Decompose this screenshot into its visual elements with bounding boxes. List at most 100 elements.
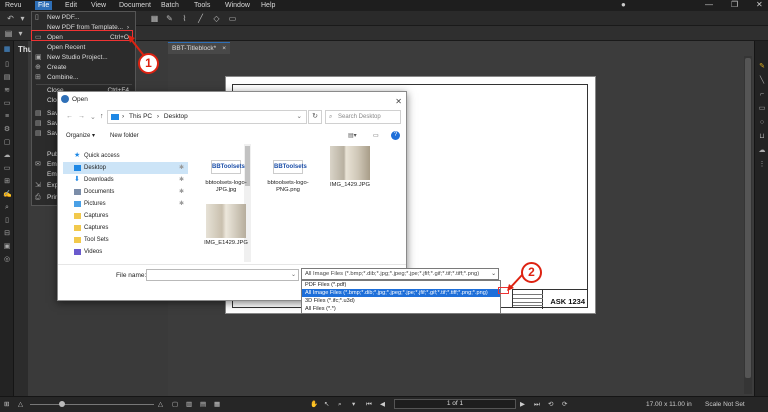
file-type-select[interactable]: All Image Files (*.bmp;*.dib;*.jpg;*.jpe… <box>301 268 499 280</box>
pen-icon[interactable]: ✎ <box>165 14 174 23</box>
zoom-icon[interactable]: ⌕ <box>338 400 342 410</box>
first-page-icon[interactable]: ⏮ <box>366 400 372 410</box>
prev-page-icon[interactable]: ◀ <box>380 400 385 410</box>
text-tool-icon[interactable]: ▭ <box>228 14 237 23</box>
nav-item-captures[interactable]: Captures <box>63 210 188 222</box>
preview-pane-icon[interactable]: ▭ <box>373 130 379 142</box>
layers-icon[interactable]: ≋ <box>3 87 11 95</box>
rectangle-icon[interactable]: ▭ <box>758 105 766 113</box>
nav-item-downloads[interactable]: ⬇ Downloads ✱ <box>63 174 188 186</box>
pan-icon[interactable]: ✋ <box>310 400 318 410</box>
single-page-icon[interactable]: ▢ <box>172 400 178 410</box>
stamp-icon[interactable]: ⊔ <box>758 133 766 141</box>
close-window-button[interactable]: ✕ <box>756 0 763 10</box>
breadcrumb-desktop[interactable]: Desktop <box>164 113 188 120</box>
grid-toggle-icon[interactable]: ⊞ <box>4 400 9 410</box>
chevron-down-icon[interactable]: ▾ <box>16 29 25 38</box>
links-icon[interactable]: ▭ <box>3 165 11 173</box>
menu-tools[interactable]: Tools <box>191 1 213 10</box>
dialog-close-button[interactable]: ✕ <box>395 94 402 109</box>
menu-view[interactable]: View <box>88 1 109 10</box>
shape-icon[interactable]: ◇ <box>212 14 221 23</box>
restore-button[interactable]: ❐ <box>731 0 738 10</box>
file-item[interactable]: IMG_E1429.JPG <box>200 204 252 247</box>
studio-icon[interactable]: ☁ <box>3 152 11 160</box>
nav-item-quick-access[interactable]: ★ Quick access <box>63 150 188 162</box>
new-folder-button[interactable]: New folder <box>110 130 139 142</box>
address-bar[interactable]: › This PC › Desktop ⌄ <box>107 110 307 124</box>
settings-icon[interactable]: ⚙ <box>3 126 11 134</box>
file-item[interactable]: BBToolsets bbtoolsets-logo-PNG.png <box>262 146 314 194</box>
files-icon[interactable]: ▯ <box>3 217 11 225</box>
snap-icon[interactable]: △ <box>18 400 23 410</box>
menu-document[interactable]: Document <box>116 1 154 10</box>
nav-item-videos[interactable]: Videos <box>63 246 188 258</box>
menu-edit[interactable]: Edit <box>62 1 80 10</box>
nav-item-tool-sets[interactable]: Tool Sets <box>63 234 188 246</box>
split-icon[interactable]: ▦ <box>214 400 220 410</box>
warning-icon[interactable]: △ <box>158 400 163 410</box>
batch-icon[interactable]: ▣ <box>3 243 11 251</box>
continuous-icon[interactable]: ▥ <box>186 400 192 410</box>
select-icon[interactable]: ↖ <box>324 400 329 410</box>
grid-icon[interactable]: ▦ <box>150 14 159 23</box>
layout-icon[interactable]: ▤ <box>4 29 13 38</box>
nav-item-documents[interactable]: Documents ✱ <box>63 186 188 198</box>
line-icon[interactable]: ╲ <box>758 77 766 85</box>
file-item[interactable]: BBToolsets bbtoolsets-logo-JPG.jpg <box>200 146 252 194</box>
tool-chest-icon[interactable]: ▭ <box>3 100 11 108</box>
file-name-input[interactable]: ⌄ <box>146 269 299 281</box>
breadcrumb-this-pc[interactable]: This PC <box>129 113 152 120</box>
file-type-option-pdf[interactable]: PDF Files (*.pdf) <box>302 281 500 289</box>
line-icon[interactable]: ╱ <box>196 14 205 23</box>
nav-item-pictures[interactable]: Pictures ✱ <box>63 198 188 210</box>
zoom-slider-track[interactable] <box>30 404 154 405</box>
menu-window[interactable]: Window <box>222 1 253 10</box>
markups-icon[interactable]: ▢ <box>3 139 11 147</box>
organize-button[interactable]: Organize ▾ <box>66 130 95 142</box>
file-type-option-3d[interactable]: 3D Files (*.ifc;*.u3d) <box>302 297 500 305</box>
menu-item-combine[interactable]: ⊞ Combine... <box>32 72 135 83</box>
thumbnails-icon[interactable]: ▦ <box>3 46 11 54</box>
search-panel-icon[interactable]: ⌕ <box>3 204 11 212</box>
polyline-icon[interactable]: ⌐ <box>758 91 766 99</box>
chevron-down-icon[interactable]: ⌄ <box>291 271 296 278</box>
forward-view-icon[interactable]: ⟳ <box>562 400 567 410</box>
view-options-icon[interactable]: ▤▾ <box>348 130 357 142</box>
nav-item-captures-2[interactable]: Captures <box>63 222 188 234</box>
forward-button[interactable]: → <box>78 113 85 120</box>
next-page-icon[interactable]: ▶ <box>520 400 525 410</box>
menu-help[interactable]: Help <box>258 1 278 10</box>
sets-icon[interactable]: ⊟ <box>3 230 11 238</box>
page-number-input[interactable]: 1 of 1 <box>394 399 516 409</box>
help-icon[interactable]: ? <box>391 131 400 140</box>
menu-revu[interactable]: Revu <box>2 1 24 10</box>
recent-locations-button[interactable]: ⌄ <box>90 113 96 121</box>
back-view-icon[interactable]: ⟲ <box>548 400 553 410</box>
chevron-down-icon[interactable]: ⌄ <box>491 269 496 279</box>
chevron-down-icon[interactable]: ⌄ <box>297 111 302 123</box>
ellipse-icon[interactable]: ○ <box>758 119 766 127</box>
scale-status[interactable]: Scale Not Set <box>705 400 745 410</box>
up-button[interactable]: ↑ <box>100 113 104 120</box>
highlighter-icon[interactable]: ⌇ <box>180 14 189 23</box>
file-type-option-all[interactable]: All Files (*.*) <box>302 305 500 313</box>
search-input[interactable]: ⌕ Search Desktop <box>325 110 401 124</box>
measure-icon[interactable]: ⊞ <box>3 178 11 186</box>
zoom-dropdown-icon[interactable]: ▾ <box>352 400 355 410</box>
signatures-icon[interactable]: ✍ <box>3 191 12 199</box>
back-button[interactable]: ← <box>66 113 73 120</box>
dropdown-icon[interactable]: ▾ <box>18 14 27 23</box>
last-page-icon[interactable]: ⏭ <box>534 400 540 410</box>
tab-document[interactable]: BBT-Titleblock* × <box>168 42 230 54</box>
minimize-button[interactable]: — <box>705 0 713 10</box>
menu-batch[interactable]: Batch <box>158 1 182 10</box>
pen-icon[interactable]: ✎ <box>758 63 766 71</box>
cloud-icon[interactable]: ☁ <box>758 147 766 155</box>
file-type-option-images[interactable]: All Image Files (*.bmp;*.dib;*.jpg;*.jpe… <box>302 289 500 297</box>
bookmarks-icon[interactable]: ▯ <box>3 61 11 69</box>
close-tab-icon[interactable]: × <box>222 43 226 55</box>
refresh-button[interactable]: ↻ <box>308 110 322 124</box>
menu-file[interactable]: File <box>35 1 53 10</box>
pages-icon[interactable]: ▤ <box>3 74 11 82</box>
